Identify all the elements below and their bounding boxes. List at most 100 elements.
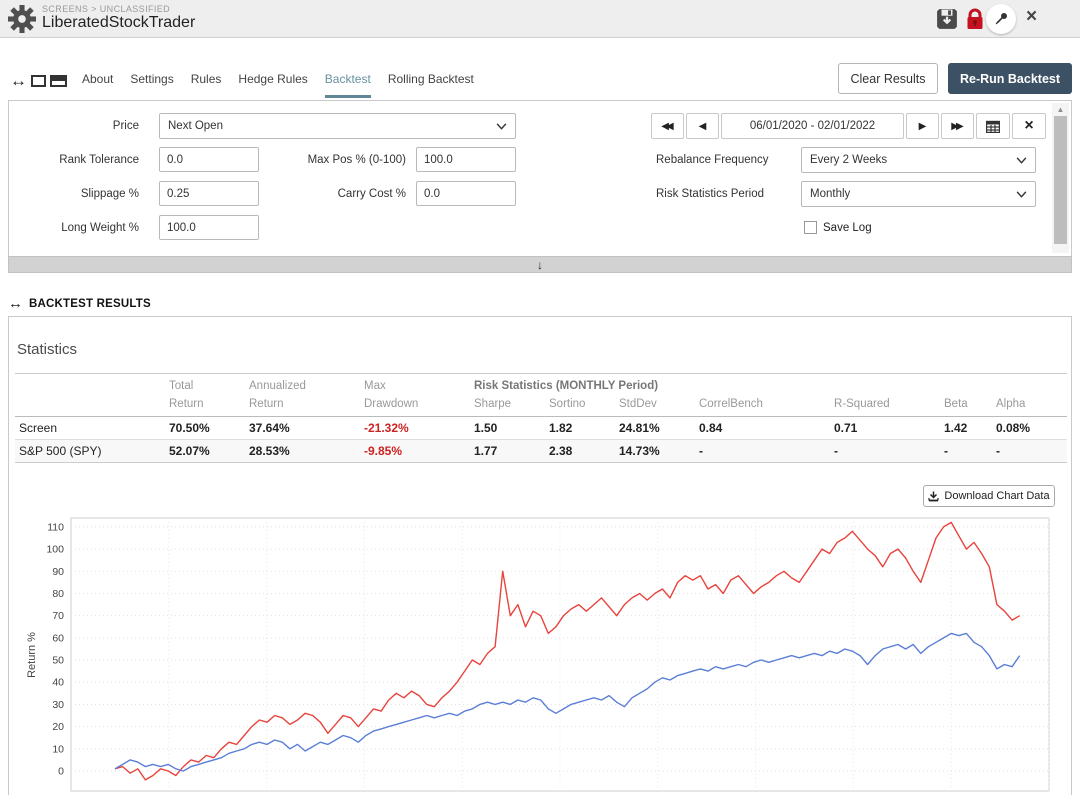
y-tick-label: 100 — [46, 544, 64, 556]
y-tick-label: 80 — [52, 588, 64, 600]
scrollbar-thumb[interactable] — [1054, 116, 1067, 244]
y-tick-label: 90 — [52, 566, 64, 578]
scroll-up-arrow-icon[interactable]: ▲ — [1052, 103, 1069, 114]
max-pos-label: Max Pos % (0-100) — [271, 147, 406, 173]
rank-tolerance-label: Rank Tolerance — [19, 147, 139, 173]
col-risk-statistics-group: Risk Statistics (MONTHLY Period) — [470, 374, 1067, 396]
date-range-toolbar: ◀◀ ◀ 06/01/2020 - 02/01/2022 ▶ ▶▶ × — [651, 113, 1046, 139]
price-label: Price — [19, 113, 139, 139]
y-axis-label: Return % — [26, 632, 38, 678]
table-header-row-top: Total Annualized Max Risk Statistics (MO… — [15, 374, 1067, 396]
tab-settings[interactable]: Settings — [130, 72, 173, 98]
tab-rules[interactable]: Rules — [191, 72, 222, 98]
col-correlbench: CorrelBench — [695, 395, 830, 417]
collapse-panel-bar[interactable]: ↓ — [8, 256, 1072, 273]
top-header: SCREENS > UNCLASSIFIED LiberatedStockTra… — [0, 0, 1080, 38]
backtest-results-header: ↔ BACKTEST RESULTS — [8, 296, 151, 311]
col-alpha: Alpha — [992, 395, 1067, 417]
col-annualized: Annualized — [245, 374, 360, 396]
tab-hedge-rules[interactable]: Hedge Rules — [238, 72, 307, 98]
table-row-benchmark: S&P 500 (SPY) 52.07% 28.53% -9.85% 1.77 … — [15, 440, 1067, 463]
risk-statistics-period-value: Monthly — [810, 188, 850, 200]
gear-icon[interactable] — [8, 5, 36, 33]
pin-icon — [993, 11, 1009, 27]
col-rsquared: R-Squared — [830, 395, 940, 417]
backtest-results-panel: Statistics Total Annualized Max Risk Sta… — [8, 316, 1072, 795]
download-button-label: Download Chart Data — [944, 490, 1049, 502]
save-log-field: Save Log — [804, 219, 872, 237]
slippage-label: Slippage % — [19, 181, 139, 207]
save-log-checkbox[interactable] — [804, 221, 817, 234]
lock-icon[interactable] — [964, 8, 986, 30]
backtest-results-title: BACKTEST RESULTS — [29, 298, 151, 310]
col-return-2: Return — [245, 395, 360, 417]
rebalance-frequency-value: Every 2 Weeks — [810, 154, 887, 166]
risk-statistics-period-label: Risk Statistics Period — [656, 181, 801, 207]
returns-chart: 0102030405060708090100110Return % — [23, 513, 1055, 795]
col-beta: Beta — [940, 395, 992, 417]
rebalance-frequency-select[interactable]: Every 2 Weeks — [801, 147, 1036, 173]
previous-period-button[interactable]: ◀ — [686, 113, 719, 139]
y-tick-label: 0 — [58, 766, 64, 778]
statistics-title: Statistics — [17, 341, 77, 358]
save-icon[interactable] — [936, 8, 958, 30]
clear-date-button[interactable]: × — [1012, 113, 1046, 139]
y-tick-label: 110 — [47, 521, 64, 533]
y-tick-label: 40 — [52, 677, 64, 689]
chevron-down-icon — [496, 123, 507, 130]
tab-about[interactable]: About — [82, 72, 113, 98]
tab-bar: About Settings Rules Hedge Rules Backtes… — [82, 72, 474, 98]
arrow-down-icon: ↓ — [537, 259, 543, 271]
tab-backtest[interactable]: Backtest — [325, 72, 371, 98]
slippage-input[interactable] — [159, 181, 259, 206]
statistics-table: Total Annualized Max Risk Statistics (MO… — [15, 373, 1067, 463]
next-period-button[interactable]: ▶ — [906, 113, 939, 139]
y-tick-label: 50 — [52, 655, 64, 667]
chevron-down-icon — [1016, 191, 1027, 198]
carry-cost-input[interactable] — [416, 181, 516, 206]
y-tick-label: 20 — [52, 721, 64, 733]
window-maximize-icon[interactable] — [50, 75, 67, 87]
resize-horizontal-icon[interactable]: ↔ — [8, 296, 23, 311]
rank-tolerance-input[interactable] — [159, 147, 259, 172]
resize-horizontal-icon[interactable]: ↔ — [10, 72, 27, 89]
col-sortino: Sortino — [545, 395, 615, 417]
long-weight-input[interactable] — [159, 215, 259, 240]
window-restore-icon[interactable] — [31, 75, 46, 87]
rebalance-frequency-label: Rebalance Frequency — [656, 147, 801, 173]
row-name: Screen — [15, 417, 165, 440]
y-tick-label: 30 — [52, 699, 64, 711]
first-period-button[interactable]: ◀◀ — [651, 113, 684, 139]
download-chart-data-button[interactable]: Download Chart Data — [923, 485, 1055, 507]
close-icon[interactable]: × — [1026, 6, 1037, 28]
backtest-settings-panel: Price Next Open ◀◀ ◀ 06/01/2020 - 02/01/… — [8, 100, 1072, 256]
form-scrollbar[interactable]: ▲ — [1052, 103, 1069, 253]
col-max: Max — [360, 374, 470, 396]
table-header-row-sub: Return Return Drawdown Sharpe Sortino St… — [15, 395, 1067, 417]
carry-cost-label: Carry Cost % — [271, 181, 406, 207]
col-sharpe: Sharpe — [470, 395, 545, 417]
risk-statistics-period-select[interactable]: Monthly — [801, 181, 1036, 207]
chevron-down-icon — [1016, 157, 1027, 164]
line-chart: 0102030405060708090100110Return % — [23, 513, 1055, 795]
long-weight-label: Long Weight % — [19, 215, 139, 241]
col-drawdown: Drawdown — [360, 395, 470, 417]
page-title: LiberatedStockTrader — [42, 14, 195, 32]
y-tick-label: 10 — [52, 743, 64, 755]
pin-button[interactable] — [986, 4, 1016, 34]
last-period-button[interactable]: ▶▶ — [941, 113, 974, 139]
row-name: S&P 500 (SPY) — [15, 440, 165, 463]
y-tick-label: 70 — [52, 610, 64, 622]
calendar-button[interactable] — [976, 113, 1010, 139]
col-total: Total — [165, 374, 245, 396]
col-return-1: Return — [165, 395, 245, 417]
max-pos-input[interactable] — [416, 147, 516, 172]
window-controls: ↔ — [10, 72, 67, 89]
clear-results-button[interactable]: Clear Results — [838, 63, 938, 94]
table-row-screen: Screen 70.50% 37.64% -21.32% 1.50 1.82 2… — [15, 417, 1067, 440]
download-icon — [928, 491, 939, 502]
price-select[interactable]: Next Open — [159, 113, 516, 139]
date-range-display[interactable]: 06/01/2020 - 02/01/2022 — [721, 113, 904, 139]
tab-rolling-backtest[interactable]: Rolling Backtest — [388, 72, 474, 98]
rerun-backtest-button[interactable]: Re-Run Backtest — [948, 63, 1072, 94]
